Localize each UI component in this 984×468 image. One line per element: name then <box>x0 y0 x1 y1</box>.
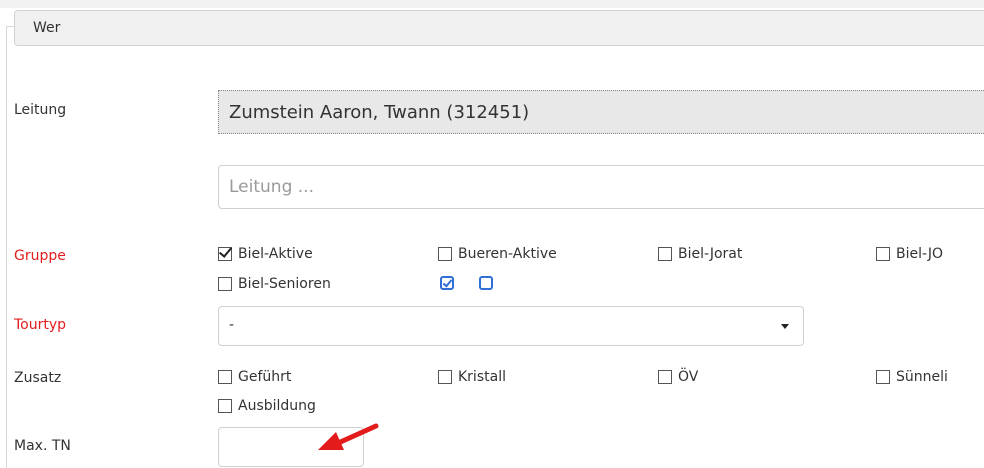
checkbox-label: Geführt <box>238 369 292 385</box>
checkbox-box[interactable] <box>658 370 672 384</box>
checkbox-label: Biel-JO <box>896 246 943 262</box>
checkbox-biel-senioren[interactable]: Biel-Senioren <box>218 276 331 292</box>
checkbox-ausbildung[interactable]: Ausbildung <box>218 398 316 414</box>
legend-title: Wer <box>33 20 61 36</box>
checkbox-label: Bueren-Aktive <box>458 246 557 262</box>
top-bar <box>0 0 984 8</box>
leitung-search-input[interactable] <box>218 165 984 209</box>
checkbox-label: Biel-Jorat <box>678 246 743 262</box>
checkbox-bueren-aktive[interactable]: Bueren-Aktive <box>438 246 557 262</box>
fieldset-border-top <box>6 26 14 27</box>
chevron-down-icon <box>781 324 789 329</box>
checkbox-biel-jo[interactable]: Biel-JO <box>876 246 943 262</box>
tourtyp-select[interactable]: - <box>218 306 804 346</box>
uncheck-all-icon[interactable] <box>479 276 493 290</box>
checkbox-label: Ausbildung <box>238 398 316 414</box>
checkbox-box[interactable] <box>876 370 890 384</box>
leitung-label: Leitung <box>14 102 67 118</box>
checkbox-box[interactable] <box>218 370 232 384</box>
checkbox-label: Biel-Senioren <box>238 276 331 292</box>
checkbox-box[interactable] <box>218 277 232 291</box>
leitung-selected-text: Zumstein Aaron, Twann (312451) <box>229 102 530 123</box>
fieldset-border <box>6 26 7 468</box>
checkbox-biel-jorat[interactable]: Biel-Jorat <box>658 246 742 262</box>
checkbox-label: Sünneli <box>896 369 948 385</box>
checkbox-box[interactable] <box>876 247 890 261</box>
checkbox-box[interactable] <box>438 247 452 261</box>
tourtyp-label: Tourtyp <box>14 317 67 333</box>
checkbox-kristall[interactable]: Kristall <box>438 369 506 385</box>
checkbox-suenneli[interactable]: Sünneli <box>876 369 948 385</box>
checkbox-box[interactable] <box>658 247 672 261</box>
gruppe-label: Gruppe <box>14 248 66 264</box>
leitung-selected-value[interactable]: Zumstein Aaron, Twann (312451) <box>218 90 984 134</box>
checkbox-biel-aktive[interactable]: Biel-Aktive <box>218 246 313 262</box>
red-arrow-icon <box>318 423 379 450</box>
checkbox-oev[interactable]: ÖV <box>658 369 698 385</box>
max-tn-label: Max. TN <box>14 438 71 454</box>
checkbox-label: ÖV <box>678 369 699 385</box>
checkbox-label: Biel-Aktive <box>238 246 313 262</box>
checkbox-box[interactable] <box>218 399 232 413</box>
check-all-icon[interactable] <box>440 276 454 290</box>
tourtyp-selected-value: - <box>229 317 235 333</box>
checkbox-label: Kristall <box>458 369 506 385</box>
checkbox-box[interactable] <box>218 247 232 261</box>
fieldset-legend: Wer <box>14 10 984 46</box>
zusatz-label: Zusatz <box>14 370 62 386</box>
checkbox-gefuehrt[interactable]: Geführt <box>218 369 291 385</box>
checkbox-box[interactable] <box>438 370 452 384</box>
